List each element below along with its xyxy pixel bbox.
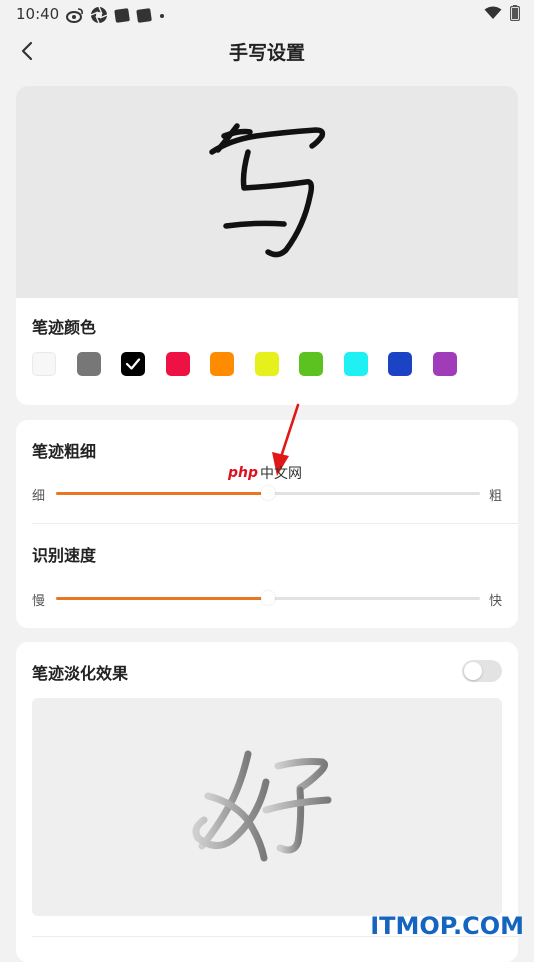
color-swatch-9[interactable] bbox=[432, 352, 457, 376]
color-swatch-4[interactable] bbox=[210, 352, 234, 376]
recognition-speed-slider-thumb[interactable] bbox=[261, 591, 275, 605]
stroke-width-slider-thumb[interactable] bbox=[261, 486, 275, 500]
recognition-speed-min-label: 慢 bbox=[32, 594, 46, 609]
recognition-speed-title: 识别速度 bbox=[32, 546, 97, 565]
fade-effect-preview bbox=[32, 698, 502, 916]
stroke-width-slider-fill bbox=[56, 492, 268, 495]
stroke-width-min-label: 细 bbox=[32, 489, 46, 504]
color-swatch-7[interactable] bbox=[343, 352, 368, 376]
status-bar: 10:40 bbox=[0, 0, 534, 28]
color-swatch-8[interactable] bbox=[388, 352, 412, 376]
fade-effect-title: 笔迹淡化效果 bbox=[32, 664, 129, 683]
app-notification-icon-2 bbox=[136, 8, 152, 23]
color-swatch-2[interactable] bbox=[121, 352, 145, 376]
color-swatch-1[interactable] bbox=[76, 352, 101, 376]
divider bbox=[32, 523, 518, 524]
app-bar: 手写设置 bbox=[0, 28, 534, 74]
recognition-speed-slider[interactable] bbox=[56, 591, 480, 605]
recognition-speed-slider-fill bbox=[56, 597, 268, 600]
color-swatch-5[interactable] bbox=[254, 352, 279, 376]
recognition-speed-max-label: 快 bbox=[488, 594, 502, 609]
more-notifications-icon bbox=[160, 14, 164, 18]
stroke-color-title: 笔迹颜色 bbox=[32, 318, 97, 337]
stroke-color-card: 笔迹颜色 bbox=[16, 86, 518, 405]
page-title: 手写设置 bbox=[228, 42, 305, 64]
php-watermark-logo: php 中文网 bbox=[228, 465, 303, 482]
handwriting-sample-xie bbox=[209, 123, 326, 258]
color-swatch-0[interactable] bbox=[32, 352, 56, 376]
stroke-preview bbox=[16, 86, 518, 298]
app-notification-icon bbox=[114, 8, 130, 23]
recognition-speed-slider-row: 慢 快 bbox=[16, 588, 518, 610]
checkmark-icon bbox=[125, 358, 141, 370]
itmop-watermark-logo: ITMOP.COM bbox=[370, 912, 524, 940]
handwriting-sample-hao bbox=[192, 750, 332, 862]
status-time: 10:40 bbox=[16, 5, 60, 23]
wifi-icon bbox=[484, 6, 502, 19]
aperture-icon bbox=[90, 6, 108, 24]
fade-effect-toggle-knob bbox=[464, 662, 482, 680]
stroke-width-slider-row: 细 粗 bbox=[16, 483, 518, 505]
stroke-width-title: 笔迹粗细 bbox=[32, 442, 97, 461]
color-swatch-6[interactable] bbox=[299, 352, 323, 376]
battery-icon bbox=[510, 5, 520, 21]
weibo-icon bbox=[66, 8, 83, 23]
notification-icons bbox=[66, 6, 166, 24]
fade-effect-toggle[interactable] bbox=[462, 660, 502, 682]
stroke-width-slider[interactable] bbox=[56, 486, 480, 500]
color-swatch-3[interactable] bbox=[165, 352, 190, 376]
stroke-width-max-label: 粗 bbox=[488, 489, 502, 504]
system-icons bbox=[484, 5, 520, 21]
